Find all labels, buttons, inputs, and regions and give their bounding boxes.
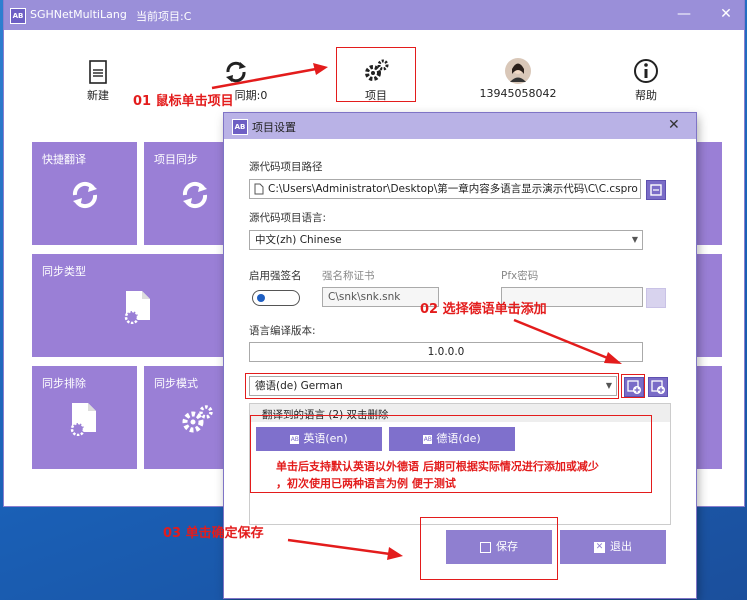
add-icon [627, 380, 641, 394]
dialog-titlebar: AB 项目设置 ✕ [224, 113, 696, 139]
close-icon: ✕ [594, 541, 605, 553]
lang-chip-en-label: 英语(en) [303, 432, 348, 445]
source-lang-label: 源代码项目语言: [249, 212, 327, 224]
document-icon [89, 60, 107, 84]
tile-sync-type[interactable]: 同步类型 [32, 254, 226, 357]
tile-right-2[interactable] [696, 254, 722, 357]
gears-icon [182, 405, 213, 433]
sync-arrows-icon [182, 181, 208, 209]
toggle-knob [257, 294, 265, 302]
app-logo-icon: AB [10, 8, 26, 24]
avatar [505, 58, 531, 84]
source-path-label: 源代码项目路径 [249, 161, 323, 173]
main-titlebar: AB SGHNetMultiLang 当前项目:C — ✕ [4, 0, 744, 30]
tile-quick-translate-label: 快捷翻译 [42, 153, 86, 166]
annotation-arrow-2 [513, 318, 622, 364]
chevron-down-icon: ▼ [631, 235, 638, 244]
lang-icon: AB [423, 434, 433, 444]
file-icon [254, 183, 264, 195]
sync-arrows-icon [72, 181, 98, 209]
save-button[interactable]: 保存 [446, 530, 552, 564]
tile-project-sync[interactable]: 项目同步 [144, 142, 226, 245]
tile-sync-mode[interactable]: 同步模式 [144, 366, 226, 469]
exit-label: 退出 [610, 540, 632, 553]
annotation-arrow-3 [287, 538, 403, 560]
save-icon [480, 541, 491, 553]
project-button[interactable]: 项目 [336, 58, 416, 103]
lang-icon: AB [290, 434, 300, 444]
version-label: 语言编译版本: [249, 325, 316, 337]
browse-path-button[interactable] [646, 180, 666, 200]
chevron-down-icon: ▼ [605, 381, 612, 390]
source-path-input[interactable]: C:\Users\Administrator\Desktop\第一章内容多语言显… [249, 179, 641, 199]
minimize-button[interactable]: — [674, 6, 694, 22]
annotation-step2: 02 选择德语单击添加 [420, 302, 547, 317]
lang-chip-de[interactable]: AB 德语(de) [389, 427, 515, 451]
current-project: 当前项目:C [136, 10, 192, 23]
annotation-step1: 01 鼠标单击项目 [133, 94, 234, 109]
help-label: 帮助 [635, 89, 657, 102]
pfx-label: Pfx密码 [501, 270, 539, 282]
strong-name-label: 启用强签名 [249, 270, 302, 282]
help-button[interactable]: 帮助 [606, 58, 686, 103]
user-label: 13945058042 [479, 87, 557, 100]
user-button[interactable]: 13945058042 [474, 58, 562, 100]
language-select-value: 德语(de) German [255, 380, 343, 392]
gears-icon [365, 59, 389, 81]
info-icon [634, 59, 658, 83]
save-label: 保存 [496, 540, 518, 553]
tile-right-3[interactable] [696, 366, 722, 469]
tile-sync-type-label: 同步类型 [42, 265, 86, 278]
app-title: SGHNetMultiLang [30, 8, 127, 21]
lang-chip-de-label: 德语(de) [436, 432, 481, 445]
tile-sync-exclude-label: 同步排除 [42, 377, 86, 390]
annotation-arrow-1 [211, 63, 328, 90]
annotation-step3: 03 单击确定保存 [163, 526, 264, 541]
new-label: 新建 [87, 89, 109, 102]
tile-quick-translate[interactable]: 快捷翻译 [32, 142, 137, 245]
dialog-title: 项目设置 [252, 121, 296, 134]
folder-icon [650, 184, 662, 196]
annotation-note-line2: ，初次使用已两种语言为例 便于测试 [276, 477, 456, 490]
dialog-close-button[interactable]: ✕ [668, 117, 680, 133]
tile-right-1[interactable] [696, 142, 722, 245]
source-lang-select[interactable]: 中文(zh) Chinese ▼ [249, 230, 643, 250]
add-language-button[interactable] [624, 377, 644, 397]
tile-project-sync-label: 项目同步 [154, 153, 198, 166]
source-lang-value: 中文(zh) Chinese [255, 234, 342, 246]
tile-sync-exclude[interactable]: 同步排除 [32, 366, 137, 469]
strong-cert-label: 强名称证书 [322, 270, 375, 282]
language-select[interactable]: 德语(de) German ▼ [249, 376, 617, 396]
strong-name-toggle[interactable] [252, 290, 300, 306]
document-gear-icon [70, 403, 96, 436]
exit-button[interactable]: ✕ 退出 [560, 530, 666, 564]
document-gear-icon [124, 291, 150, 324]
close-window-button[interactable]: ✕ [716, 6, 736, 22]
add-icon [651, 380, 665, 394]
project-settings-dialog: AB 项目设置 ✕ 源代码项目路径 C:\Users\Administrator… [224, 113, 696, 598]
annotation-note-line1: 单击后支持默认英语以外德语 后期可根据实际情况进行添加或减少 [276, 460, 599, 473]
add-language-alt-button[interactable] [648, 377, 668, 397]
new-button[interactable]: 新建 [58, 60, 138, 103]
project-label: 项目 [365, 89, 387, 102]
pfx-browse-button[interactable] [646, 288, 666, 308]
lang-chip-en[interactable]: AB 英语(en) [256, 427, 382, 451]
dialog-logo-icon: AB [232, 119, 248, 135]
tile-sync-mode-label: 同步模式 [154, 377, 198, 390]
